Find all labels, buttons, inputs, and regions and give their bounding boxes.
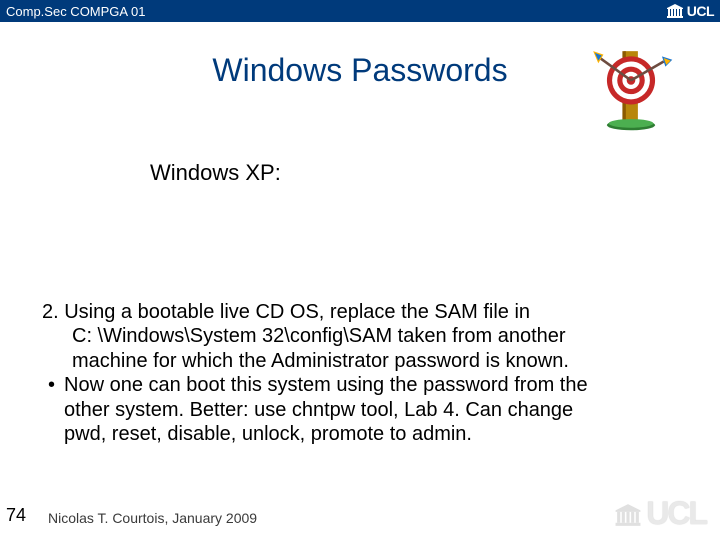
ucl-portico-icon (614, 503, 642, 532)
body-bullet-1a: Now one can boot this system using the p… (42, 373, 680, 397)
slide-subtitle: Windows XP: (150, 160, 281, 186)
slide-body: 2. Using a bootable live CD OS, replace … (42, 300, 680, 446)
body-bullet-1c: pwd, reset, disable, unlock, promote to … (42, 422, 680, 446)
ucl-portico-icon (666, 4, 684, 18)
body-line-3: machine for which the Administrator pass… (42, 349, 680, 373)
ucl-logo-small: UCL (666, 3, 714, 19)
top-bar: Comp.Sec COMPGA 01 UCL (0, 0, 720, 22)
ucl-logo-large-text: UCL (646, 495, 706, 532)
slide: Comp.Sec COMPGA 01 UCL Windows Passwords (0, 0, 720, 540)
footer-author: Nicolas T. Courtois, January 2009 (48, 510, 257, 526)
course-code: Comp.Sec COMPGA 01 (6, 4, 145, 19)
ucl-logo-large: UCL (614, 495, 706, 532)
body-line-1: 2. Using a bootable live CD OS, replace … (42, 300, 680, 324)
body-bullet-1b: other system. Better: use chntpw tool, L… (42, 398, 680, 422)
target-dartboard-icon (588, 46, 674, 132)
slide-title: Windows Passwords (140, 52, 580, 89)
slide-number: 74 (6, 505, 26, 526)
ucl-logo-small-text: UCL (687, 3, 714, 19)
body-line-2: C: \Windows\System 32\config\SAM taken f… (42, 324, 680, 348)
